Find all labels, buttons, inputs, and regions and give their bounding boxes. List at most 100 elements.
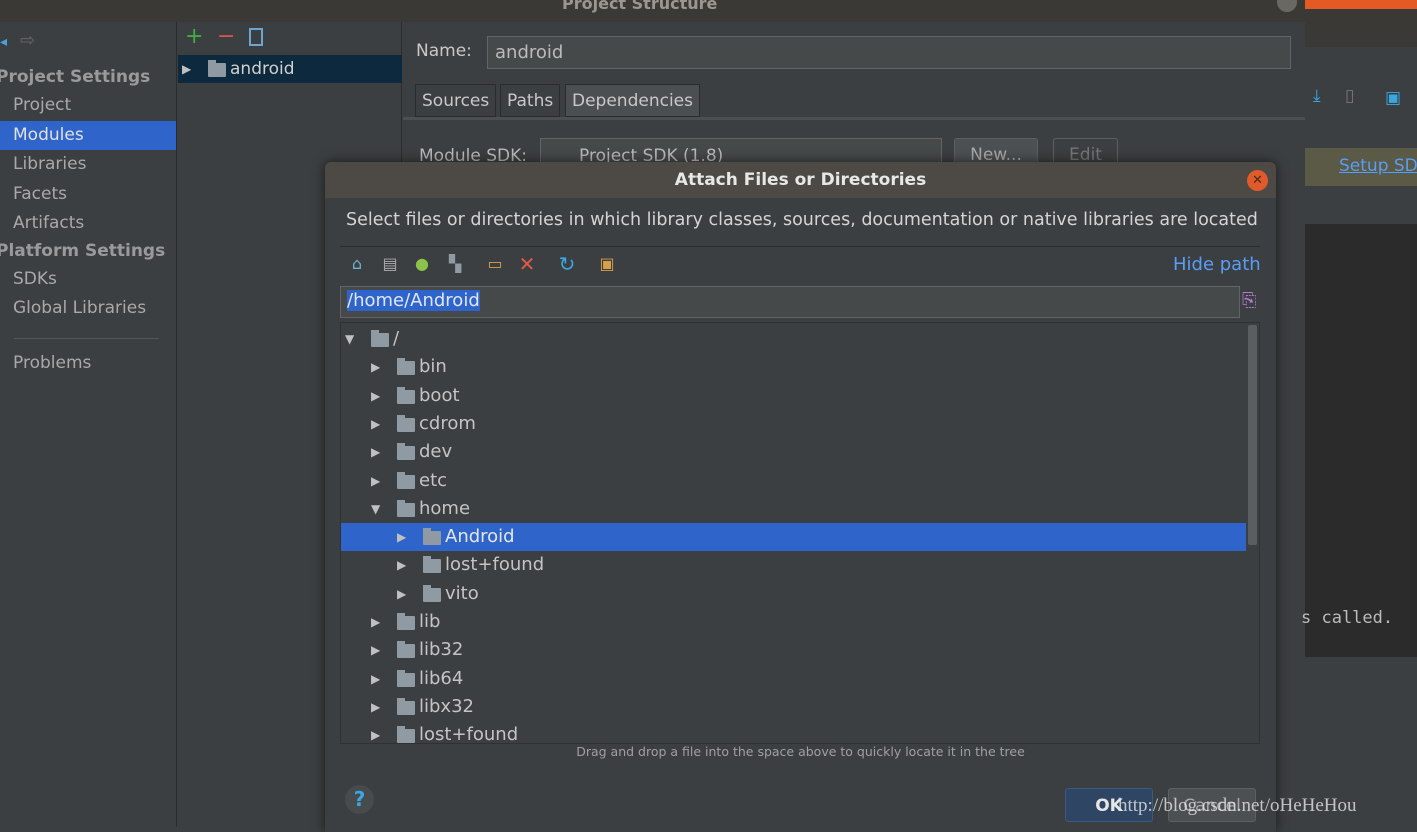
back-icon[interactable]: ◂ [0,34,7,50]
divider [14,338,159,339]
remove-icon[interactable]: − [217,24,235,49]
tree-item[interactable]: ▶ lib32 [341,636,1246,664]
project-structure-icon[interactable]: ▣ [1385,88,1401,108]
folder-icon [423,556,441,574]
tree-item-label: lib32 [419,639,464,661]
sidebar-item-global-libraries[interactable]: Global Libraries [0,294,176,323]
sidebar-item-facets[interactable]: Facets [0,180,176,209]
tree-item[interactable]: ▶ Android [341,523,1246,552]
android-project-icon[interactable]: ● [412,254,432,274]
home-icon[interactable]: ⌂ [347,254,367,274]
collapse-arrow-icon[interactable]: ▼ [345,325,354,353]
expand-arrow-icon[interactable]: ▶ [371,353,380,381]
folder-icon [397,726,415,743]
tree-item-label: / [393,328,400,349]
watermark: http://blog.csdn.net/oHeHeHou [1118,795,1357,816]
divider [340,246,1260,247]
expand-arrow-icon[interactable]: ▶ [371,608,380,636]
sidebar-item-libraries[interactable]: Libraries [0,150,176,179]
folder-icon [397,697,415,715]
name-input[interactable]: android [487,36,1291,69]
tab-divider [403,117,1305,120]
copy-icon[interactable] [249,28,263,46]
expand-arrow-icon[interactable]: ▶ [371,467,380,495]
editor-titlebar [1305,9,1417,47]
folder-icon [423,528,441,546]
tree-item[interactable]: ▶ lost+found [341,721,1246,744]
tree-item[interactable]: ▶ libx32 [341,693,1246,721]
tree-item[interactable]: ▶ etc [341,467,1246,495]
tree-item[interactable]: ▶ lib [341,608,1246,636]
sidebar-item-problems[interactable]: Problems [0,349,176,378]
scrollbar[interactable] [1248,325,1257,545]
tree-item-label: cdrom [419,412,476,434]
file-tree[interactable]: ▼ / ▶ bin ▶ boot ▶ cdrom ▶ dev ▶ etc ▼ home ▶ Android ▶ l… [340,322,1260,744]
expand-arrow-icon[interactable]: ▶ [371,665,380,693]
section-project-settings: Project Settings [0,67,151,87]
expand-arrow-icon[interactable]: ▶ [371,721,380,743]
refresh-icon[interactable]: ↻ [557,254,577,274]
tree-item[interactable]: ▶ bin [341,353,1246,381]
expand-arrow-icon[interactable]: ▶ [182,55,191,83]
tab-sources[interactable]: Sources [415,84,497,117]
expand-arrow-icon[interactable]: ▶ [397,580,406,608]
hide-path-link[interactable]: Hide path [1173,254,1261,275]
new-folder-icon[interactable]: ▭ [485,254,505,274]
tree-item-label: home [419,497,471,519]
dialog-title: Attach Files or Directories [325,162,1276,198]
tree-item[interactable]: ▶ boot [341,382,1246,410]
tree-item[interactable]: ▶ vito [341,580,1246,608]
delete-icon[interactable]: ✕ [517,254,537,274]
tree-item[interactable]: ▶ lib64 [341,665,1246,693]
module-item-android[interactable]: ▶ android [178,55,402,83]
section-platform-settings: Platform Settings [0,241,166,261]
folder-icon [397,669,415,687]
sidebar-item-sdks[interactable]: SDKs [0,265,176,294]
tree-item-label: bin [419,356,447,378]
folder-icon [397,358,415,376]
setup-sdk-link[interactable]: Setup SD [1339,156,1417,176]
expand-arrow-icon[interactable]: ▶ [397,551,406,579]
tree-item-label: lost+found [419,724,519,744]
window-title: Project Structure [562,0,718,13]
editor-pane: ⤓ ▯ ▣ Setup SD s called. [1301,0,1417,827]
forward-icon[interactable]: ⇨ [20,30,35,51]
dialog-close-button[interactable]: ✕ [1247,170,1268,191]
module-label: android [230,59,295,79]
avd-manager-icon[interactable]: ▯ [1345,86,1354,106]
name-label: Name: [416,41,472,61]
tree-item-label: vito [445,582,479,604]
expand-arrow-icon[interactable]: ▶ [371,636,380,664]
sidebar-item-artifacts[interactable]: Artifacts [0,209,176,238]
expand-arrow-icon[interactable]: ▶ [371,382,380,410]
sidebar-item-project[interactable]: Project [0,91,176,120]
tab-dependencies[interactable]: Dependencies [565,84,700,117]
folder-icon [397,443,415,461]
window-titlebar: Project Structure [0,0,1305,22]
tree-item-label: dev [419,441,453,463]
collapse-arrow-icon[interactable]: ▼ [371,495,380,523]
path-input[interactable]: /home/Android [340,286,1240,318]
paste-path-icon[interactable]: ⎘ [1242,290,1256,311]
desktop-icon[interactable]: ▤ [380,254,400,274]
add-icon[interactable]: + [185,24,203,49]
sidebar-item-modules[interactable]: Modules [0,121,176,150]
show-hidden-icon[interactable]: ▣ [597,254,617,274]
tree-item[interactable]: ▼ / [341,325,1246,353]
tree-item[interactable]: ▼ home [341,495,1246,523]
tab-paths[interactable]: Paths [500,84,561,117]
folder-icon [397,613,415,630]
folder-icon [371,330,389,347]
console [1305,224,1417,657]
tree-item[interactable]: ▶ dev [341,438,1246,466]
expand-arrow-icon[interactable]: ▶ [371,410,380,438]
tree-item[interactable]: ▶ cdrom [341,410,1246,438]
expand-arrow-icon[interactable]: ▶ [371,693,380,721]
sdk-manager-icon[interactable]: ⤓ [1313,86,1321,106]
help-button[interactable]: ? [345,785,374,814]
project-folder-icon[interactable]: ▚ [445,254,465,274]
tree-item[interactable]: ▶ lost+found [341,551,1246,579]
expand-arrow-icon[interactable]: ▶ [371,438,380,466]
folder-icon [397,386,415,404]
expand-arrow-icon[interactable]: ▶ [397,523,406,551]
